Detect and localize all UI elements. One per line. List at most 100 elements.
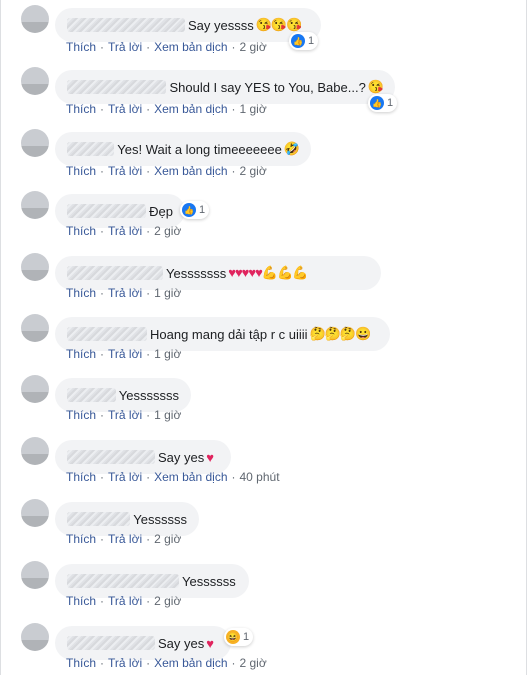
reaction-badge[interactable]: 😆 1 bbox=[224, 628, 254, 646]
avatar[interactable] bbox=[21, 253, 49, 281]
comment-bubble: Yessssss bbox=[55, 502, 199, 536]
translate-link[interactable]: Xem bản dịch bbox=[154, 470, 227, 484]
translate-link[interactable]: Xem bản dịch bbox=[154, 40, 227, 54]
like-link[interactable]: Thích bbox=[66, 102, 96, 116]
reply-link[interactable]: Trả lời bbox=[108, 470, 142, 484]
reaction-count: 1 bbox=[243, 631, 250, 643]
commenter-name-blurred[interactable] bbox=[67, 266, 163, 280]
comment-timestamp[interactable]: 1 giờ bbox=[154, 286, 181, 300]
frame-left-border bbox=[0, 0, 1, 675]
reaction-badge[interactable]: 👍 1 bbox=[368, 94, 398, 112]
reply-link[interactable]: Trả lời bbox=[108, 656, 142, 670]
comment-bubble: Yes! Wait a long timeeeeeee 🤣 bbox=[55, 132, 311, 166]
avatar[interactable] bbox=[21, 561, 49, 589]
comment-bubble: Say yes ♥ bbox=[55, 626, 231, 660]
comment-timestamp[interactable]: 2 giờ bbox=[240, 656, 267, 670]
comment-emojis: 😘 bbox=[367, 79, 384, 94]
comment-actions: Thích · Trả lời · 1 giờ bbox=[66, 286, 182, 300]
commenter-name-blurred[interactable] bbox=[67, 204, 147, 218]
comment-timestamp[interactable]: 2 giờ bbox=[154, 224, 181, 238]
comment-bubble: Should I say YES to You, Babe...? 😘 bbox=[55, 70, 395, 104]
avatar[interactable] bbox=[21, 129, 49, 157]
reply-link[interactable]: Trả lời bbox=[108, 102, 142, 116]
avatar[interactable] bbox=[21, 191, 49, 219]
comment-timestamp[interactable]: 40 phút bbox=[240, 470, 280, 484]
thumbs-up-icon: 👍 bbox=[182, 203, 196, 217]
avatar[interactable] bbox=[21, 437, 49, 465]
like-link[interactable]: Thích bbox=[66, 594, 96, 608]
commenter-name-blurred[interactable] bbox=[67, 142, 115, 156]
avatar[interactable] bbox=[21, 67, 49, 95]
reply-link[interactable]: Trả lời bbox=[108, 532, 142, 546]
translate-link[interactable]: Xem bản dịch bbox=[154, 102, 227, 116]
comment-emojis: 🤣 bbox=[283, 141, 300, 156]
avatar[interactable] bbox=[21, 5, 49, 33]
commenter-name-blurred[interactable] bbox=[67, 327, 147, 341]
avatar[interactable] bbox=[21, 499, 49, 527]
comment-actions: Thích · Trả lời · Xem bản dịch · 1 giờ bbox=[66, 102, 267, 116]
comment-emojis: 🤔🤔🤔😀 bbox=[309, 326, 372, 341]
like-link[interactable]: Thích bbox=[66, 40, 96, 54]
comment-text: Đẹp bbox=[149, 203, 173, 219]
like-link[interactable]: Thích bbox=[66, 656, 96, 670]
comment-timestamp[interactable]: 1 giờ bbox=[240, 102, 267, 116]
commenter-name-blurred[interactable] bbox=[67, 512, 131, 526]
comment-emojis: 😘😘😘 bbox=[255, 17, 303, 32]
comment-text: Yesssssss bbox=[166, 265, 227, 281]
comment-text: Yesssssss bbox=[118, 387, 179, 403]
comment-bubble: Yesssssss ♥♥♥♥♥💪💪💪 bbox=[55, 256, 381, 290]
like-link[interactable]: Thích bbox=[66, 286, 96, 300]
reaction-badge[interactable]: 👍 1 bbox=[180, 201, 210, 219]
reaction-count: 1 bbox=[199, 204, 206, 216]
comment-bubble: Yessssss bbox=[55, 564, 249, 598]
comment-actions: Thích · Trả lời · Xem bản dịch · 2 giờ bbox=[66, 164, 267, 178]
translate-link[interactable]: Xem bản dịch bbox=[154, 164, 227, 178]
like-link[interactable]: Thích bbox=[66, 224, 96, 238]
commenter-name-blurred[interactable] bbox=[67, 574, 179, 588]
comment-actions: Thích · Trả lời · Xem bản dịch · 2 giờ bbox=[66, 40, 267, 54]
comment-text: Should I say YES to You, Babe...? bbox=[169, 79, 366, 95]
reply-link[interactable]: Trả lời bbox=[108, 224, 142, 238]
comment-timestamp[interactable]: 2 giờ bbox=[240, 40, 267, 54]
thumbs-up-icon: 👍 bbox=[291, 34, 305, 48]
reply-link[interactable]: Trả lời bbox=[108, 164, 142, 178]
reply-link[interactable]: Trả lời bbox=[108, 347, 142, 361]
reaction-badge[interactable]: 👍 1 bbox=[289, 32, 319, 50]
comment-actions: Thích · Trả lời · 1 giờ bbox=[66, 347, 182, 361]
comment-actions: Thích · Trả lời · 1 giờ bbox=[66, 408, 182, 422]
translate-link[interactable]: Xem bản dịch bbox=[154, 656, 227, 670]
like-link[interactable]: Thích bbox=[66, 164, 96, 178]
commenter-name-blurred[interactable] bbox=[67, 450, 155, 464]
commenter-name-blurred[interactable] bbox=[67, 18, 185, 32]
reply-link[interactable]: Trả lời bbox=[108, 408, 142, 422]
reply-link[interactable]: Trả lời bbox=[108, 40, 142, 54]
comment-text: Hoang mang dải tập r c uiiii bbox=[150, 326, 308, 342]
reply-link[interactable]: Trả lời bbox=[108, 594, 142, 608]
avatar[interactable] bbox=[21, 375, 49, 403]
comment-text: Say yes bbox=[158, 449, 205, 465]
commenter-name-blurred[interactable] bbox=[67, 636, 155, 650]
comment-emojis: ♥ bbox=[206, 635, 214, 651]
like-link[interactable]: Thích bbox=[66, 347, 96, 361]
avatar[interactable] bbox=[21, 314, 49, 342]
comment-text: Say yessss bbox=[188, 17, 254, 33]
comment-actions: Thích · Trả lời · Xem bản dịch · 40 phút bbox=[66, 470, 280, 484]
comment-timestamp[interactable]: 1 giờ bbox=[154, 408, 181, 422]
comment-actions: Thích · Trả lời · 2 giờ bbox=[66, 594, 182, 608]
comment-text: Say yes bbox=[158, 635, 205, 651]
like-link[interactable]: Thích bbox=[66, 470, 96, 484]
reply-link[interactable]: Trả lời bbox=[108, 286, 142, 300]
commenter-name-blurred[interactable] bbox=[67, 80, 167, 94]
comment-bubble: Yesssssss bbox=[55, 378, 191, 412]
comment-timestamp[interactable]: 2 giờ bbox=[154, 532, 181, 546]
reaction-count: 1 bbox=[387, 97, 394, 109]
comment-timestamp[interactable]: 2 giờ bbox=[154, 594, 181, 608]
avatar[interactable] bbox=[21, 623, 49, 651]
comment-bubble: Say yessss 😘😘😘 bbox=[55, 8, 321, 42]
comment-timestamp[interactable]: 1 giờ bbox=[154, 347, 181, 361]
comment-text: Yessssss bbox=[182, 573, 236, 589]
like-link[interactable]: Thích bbox=[66, 532, 96, 546]
like-link[interactable]: Thích bbox=[66, 408, 96, 422]
commenter-name-blurred[interactable] bbox=[67, 388, 116, 402]
comment-timestamp[interactable]: 2 giờ bbox=[240, 164, 267, 178]
